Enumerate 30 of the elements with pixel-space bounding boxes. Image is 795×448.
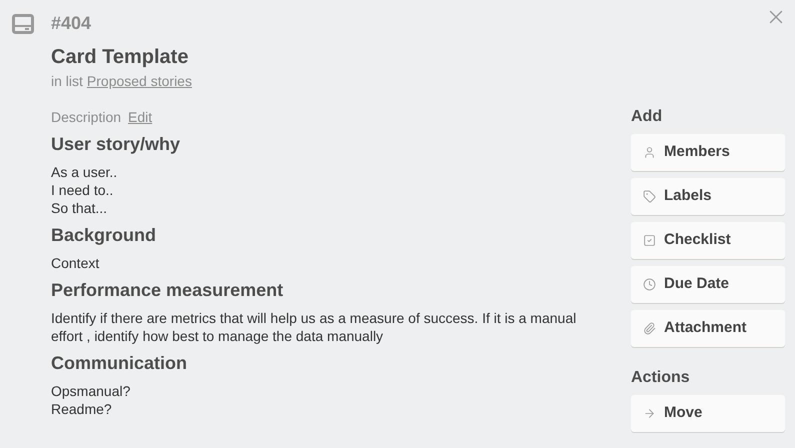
list-label: in list: [51, 72, 83, 90]
description-text: Readme?: [51, 400, 113, 418]
checkbox-icon: [643, 234, 656, 247]
card-title: Card Template: [51, 45, 190, 69]
card-number: #404: [51, 12, 92, 34]
tag-icon: [643, 190, 656, 203]
description-text: I need to..: [51, 181, 114, 199]
arrow-icon: [643, 407, 656, 420]
person-icon: [643, 146, 656, 159]
sidebar-button[interactable]: Attachment: [631, 310, 785, 347]
section-heading: Background: [51, 224, 158, 246]
card-icon: [12, 14, 34, 34]
description-text: Context: [51, 254, 100, 272]
section-heading: Communication: [51, 352, 188, 374]
sidebar-button[interactable]: Move: [631, 395, 785, 432]
sidebar-button[interactable]: Checklist: [631, 222, 785, 259]
description-text: Identify if there are metrics that will help us as a measure of success. If it is a manual effort , identify how best to manage the data manually: [51, 309, 578, 345]
clock-icon: [643, 278, 656, 291]
sidebar-button[interactable]: Members: [631, 134, 785, 171]
sidebar-heading: Add: [631, 107, 664, 127]
sidebar-button[interactable]: Labels: [631, 178, 785, 215]
section-heading: Performance measurement: [51, 279, 284, 301]
section-heading: User story/why: [51, 133, 182, 155]
description-label: Description: [51, 108, 122, 126]
sidebar-button[interactable]: Due Date: [631, 266, 785, 303]
description-text: So that...: [51, 199, 108, 217]
description-text: As a user..: [51, 163, 118, 181]
sidebar-heading: Actions: [631, 368, 691, 388]
description-text: Opsmanual?: [51, 382, 132, 400]
paperclip-icon: [643, 322, 656, 335]
